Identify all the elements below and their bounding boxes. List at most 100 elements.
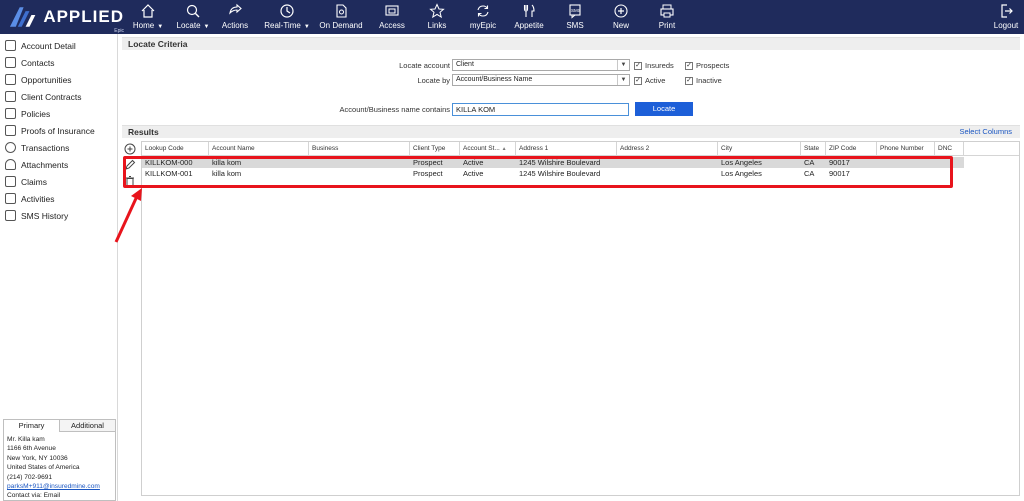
nav-locate[interactable]: Locate ▼ (173, 0, 213, 34)
printer-icon (660, 4, 674, 18)
locate-by-label: Locate by (417, 76, 450, 85)
sidebar-item-label: Attachments (21, 159, 69, 170)
sidebar-item-label: Transactions (21, 142, 70, 153)
screen-icon (385, 5, 399, 16)
contact-card: Primary Additional Mr. Killa kam 1166 6t… (3, 419, 116, 501)
column-header-business[interactable]: Business (309, 142, 410, 156)
column-header-account-name[interactable]: Account Name (209, 142, 309, 156)
contact-street: 1166 6th Avenue (7, 445, 56, 453)
column-header-lookup-code[interactable]: Lookup Code (142, 142, 209, 156)
logout-icon (1001, 4, 1013, 18)
select-columns-link[interactable]: Select Columns (959, 126, 1012, 138)
sidebar-item-account-detail[interactable]: Account Detail (0, 37, 117, 54)
locate-button[interactable]: Locate (635, 102, 693, 116)
checkmark-icon: ✓ (634, 61, 642, 70)
sidebar-item-label: Contacts (21, 57, 55, 68)
dollar-icon (5, 142, 16, 153)
sms-history-icon (5, 210, 16, 221)
red-arrow-annotation (114, 188, 142, 243)
search-icon (186, 4, 200, 18)
sidebar-item-sms-history[interactable]: SMS History (0, 207, 117, 224)
contact-name: Mr. Killa kam (7, 436, 45, 443)
nav-appetite[interactable]: Appetite (512, 0, 546, 34)
fork-knife-icon (523, 4, 535, 17)
results-title: Results (128, 127, 159, 137)
sidebar-item-label: Activities (21, 193, 55, 204)
contact-city-state: New York, NY 10036 (7, 454, 68, 462)
opportunities-icon (5, 74, 16, 85)
nav-print[interactable]: Print (655, 0, 679, 34)
column-header-dnc[interactable]: DNC (935, 142, 964, 156)
results-grid-header: Lookup Code Account Name Business Client… (142, 142, 1019, 156)
clipboard-icon (5, 193, 16, 204)
contact-country: United States of America (7, 464, 80, 472)
column-header-state[interactable]: State (801, 142, 826, 156)
sidebar-item-transactions[interactable]: Transactions (0, 139, 117, 156)
contact-email-link[interactable]: parksM+911@insuredmine.com (7, 482, 112, 491)
refresh-arrow-icon (229, 3, 242, 15)
column-header-client-type[interactable]: Client Type (410, 142, 460, 156)
column-header-phone-number[interactable]: Phone Number (877, 142, 935, 156)
sidebar-item-policies[interactable]: Policies (0, 105, 117, 122)
results-header: Results Select Columns (122, 125, 1020, 138)
handshake-icon (5, 91, 16, 102)
document-icon (336, 4, 347, 18)
column-header-address-2[interactable]: Address 2 (617, 142, 718, 156)
contacts-icon (5, 57, 16, 68)
contact-via: Contact via: Email (7, 492, 61, 500)
proofs-icon (5, 125, 16, 136)
sidebar-item-proofs-of-insurance[interactable]: Proofs of Insurance (0, 122, 117, 139)
nav-actions[interactable]: Actions (219, 0, 251, 34)
locate-account-label: Locate account (399, 61, 450, 70)
business-name-input[interactable]: KILLA KOM (452, 103, 629, 116)
tab-additional[interactable]: Additional (60, 420, 115, 432)
sidebar-item-activities[interactable]: Activities (0, 190, 117, 207)
paperclip-icon (5, 159, 16, 170)
nav-new[interactable]: New (610, 0, 632, 34)
inactive-checkbox[interactable]: ✓ Inactive (685, 76, 722, 85)
column-header-address-1[interactable]: Address 1 (516, 142, 617, 156)
column-header-account-status[interactable]: Account St... ▲ (460, 142, 516, 156)
nav-links[interactable]: Links (425, 0, 449, 34)
sidebar-item-contacts[interactable]: Contacts (0, 54, 117, 71)
logo-text: APPLIED Epic (43, 7, 124, 34)
contact-phone: (214) 702-9691 (7, 473, 53, 481)
red-highlight-box (123, 156, 953, 188)
sidebar-item-attachments[interactable]: Attachments (0, 156, 117, 173)
locate-by-select[interactable]: Account/Business Name ▼ (452, 74, 630, 86)
sidebar-item-label: Proofs of Insurance (21, 125, 95, 136)
nav-access[interactable]: Access (378, 0, 406, 34)
applied-logo[interactable]: APPLIED Epic (0, 0, 124, 34)
insureds-checkbox[interactable]: ✓ Insureds (634, 61, 674, 70)
tab-primary[interactable]: Primary (4, 420, 60, 432)
locate-account-select[interactable]: Client ▼ (452, 59, 630, 71)
nav-logout[interactable]: Logout (992, 0, 1020, 34)
locate-criteria-header: Locate Criteria (122, 37, 1020, 50)
column-header-city[interactable]: City (718, 142, 801, 156)
sidebar-item-label: Opportunities (21, 74, 72, 85)
nav-myepic[interactable]: myEpic (467, 0, 499, 34)
sidebar-item-client-contracts[interactable]: Client Contracts (0, 88, 117, 105)
nav-sms[interactable]: SMS SMS (564, 0, 586, 34)
active-checkbox[interactable]: ✓ Active (634, 76, 665, 85)
nav-on-demand[interactable]: On Demand (318, 0, 364, 34)
checkmark-icon: ✓ (685, 76, 693, 85)
sidebar-item-opportunities[interactable]: Opportunities (0, 71, 117, 88)
sidebar-item-label: SMS History (21, 210, 69, 221)
sidebar-item-label: Client Contracts (21, 91, 82, 102)
prospects-checkbox[interactable]: ✓ Prospects (685, 61, 729, 70)
nav-home[interactable]: Home ▼ (129, 0, 167, 34)
sms-icon: SMS (569, 4, 581, 19)
chevron-down-icon: ▼ (617, 60, 629, 70)
sidebar-item-claims[interactable]: Claims (0, 173, 117, 190)
checkmark-icon: ✓ (634, 76, 642, 85)
nav-real-time[interactable]: Real-Time ▼ (262, 0, 312, 34)
add-circle-icon[interactable] (124, 143, 136, 155)
star-icon (429, 3, 445, 19)
chevron-down-icon: ▼ (203, 24, 210, 30)
plus-circle-icon (614, 4, 628, 18)
clock-icon (280, 4, 294, 18)
applied-logo-icon (9, 7, 36, 27)
column-header-zip-code[interactable]: ZIP Code (826, 142, 877, 156)
sidebar-item-label: Policies (21, 108, 51, 119)
